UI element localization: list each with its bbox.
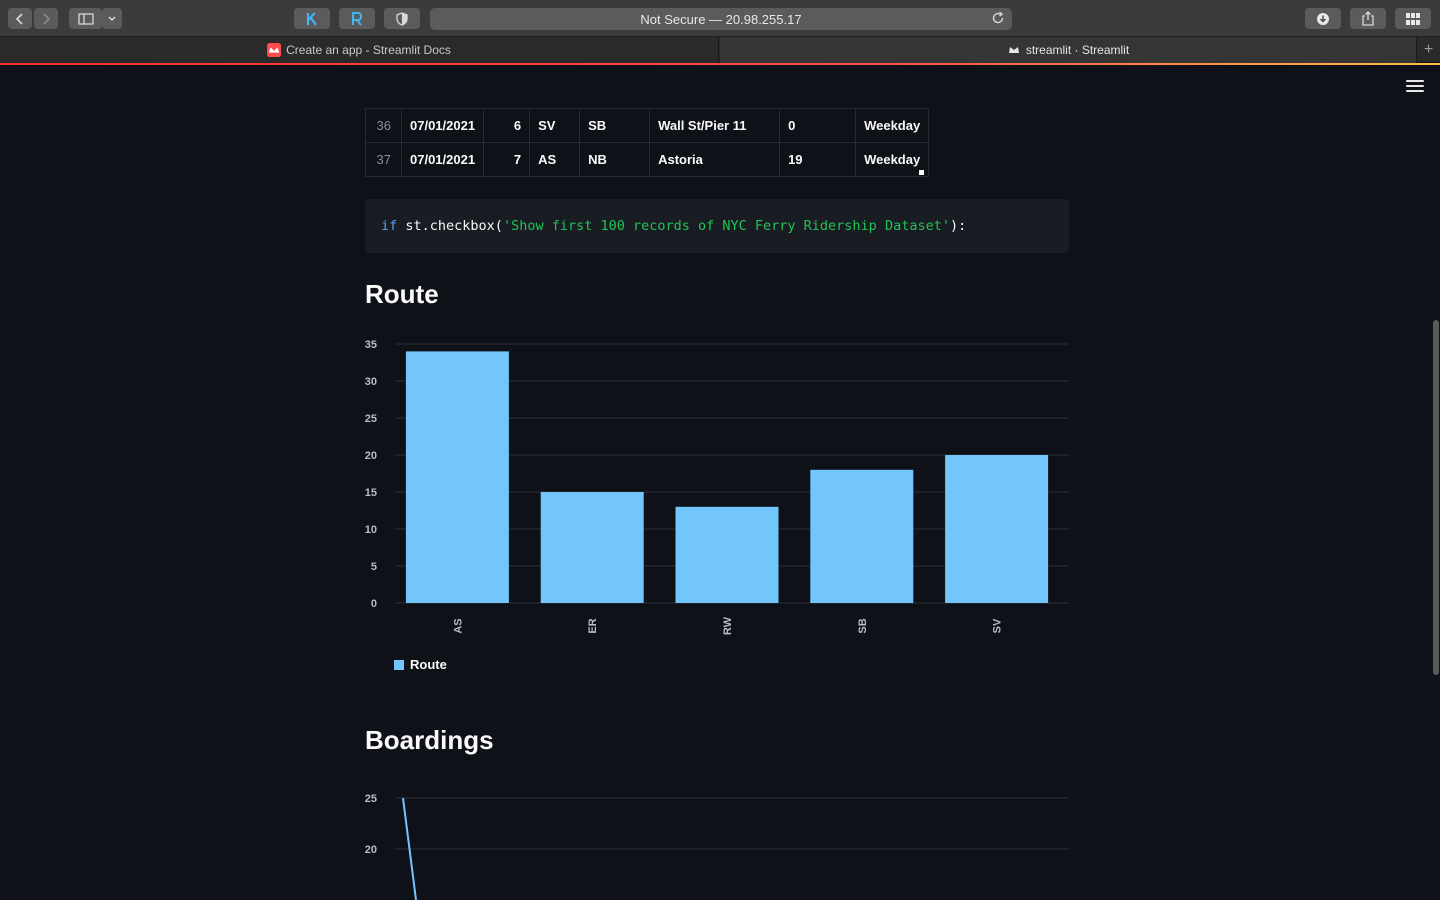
series-line bbox=[402, 797, 417, 900]
tab-title: Create an app - Streamlit Docs bbox=[286, 43, 451, 57]
extension-button-2[interactable] bbox=[339, 8, 375, 29]
bar bbox=[675, 506, 779, 603]
y-tick-label: 10 bbox=[365, 524, 377, 536]
plus-icon: + bbox=[1423, 41, 1434, 58]
bar bbox=[405, 351, 509, 603]
x-tick-label: ER bbox=[587, 618, 599, 633]
table-row: 37 07/01/2021 7 AS NB Astoria 19 Weekday bbox=[365, 142, 930, 177]
y-tick-label: 0 bbox=[371, 598, 377, 610]
cell-route: AS bbox=[529, 142, 581, 177]
legend-swatch bbox=[394, 659, 404, 670]
grid-icon bbox=[1406, 12, 1420, 25]
downloads-button[interactable] bbox=[1305, 8, 1341, 29]
y-tick-label: 15 bbox=[365, 487, 377, 499]
code-block: if st.checkbox('Show first 100 records o… bbox=[365, 199, 1069, 253]
chevron-left-icon bbox=[15, 12, 23, 25]
chevron-down-icon bbox=[108, 15, 116, 21]
forward-button[interactable] bbox=[34, 8, 58, 29]
cell-date: 07/01/2021 bbox=[400, 142, 485, 177]
y-tick-label: 20 bbox=[365, 450, 377, 462]
tab-streamlit-app[interactable]: streamlit · Streamlit bbox=[720, 37, 1416, 63]
x-tick-label: SV bbox=[992, 618, 1004, 633]
url-text: Not Secure — 20.98.255.17 bbox=[640, 11, 802, 27]
cell-boardings: 19 bbox=[779, 142, 857, 177]
dataframe-table[interactable]: 36 07/01/2021 6 SV SB Wall St/Pier 11 0 … bbox=[365, 108, 930, 177]
shield-icon bbox=[396, 11, 408, 26]
cell-stop: Astoria bbox=[649, 142, 781, 177]
streamlit-crown-icon bbox=[1007, 43, 1021, 57]
bar bbox=[945, 455, 1049, 603]
cell-direction: NB bbox=[579, 142, 651, 177]
y-tick-label: 25 bbox=[365, 793, 377, 805]
tab-title: streamlit · Streamlit bbox=[1025, 43, 1130, 57]
app-top-decoration bbox=[0, 63, 1440, 65]
hamburger-icon bbox=[1406, 80, 1424, 82]
x-tick-label: AS bbox=[452, 618, 464, 633]
legend-label: Route bbox=[410, 657, 447, 672]
extension-k-icon bbox=[306, 11, 317, 26]
chevron-right-icon bbox=[43, 12, 51, 25]
boardings-heading: Boardings bbox=[365, 725, 494, 755]
address-bar[interactable]: Not Secure — 20.98.255.17 bbox=[430, 8, 1012, 30]
route-heading: Route bbox=[365, 279, 439, 309]
code-keyword: if bbox=[381, 218, 398, 234]
row-index: 37 bbox=[365, 142, 402, 177]
route-legend: Route bbox=[394, 657, 447, 672]
x-tick-label: RW bbox=[722, 616, 734, 635]
share-icon bbox=[1362, 11, 1374, 26]
y-tick-label: 5 bbox=[371, 561, 377, 573]
page-scrollbar[interactable] bbox=[1433, 320, 1439, 675]
x-tick-label: SB bbox=[857, 618, 869, 633]
cell-boardings: 0 bbox=[779, 108, 857, 143]
y-tick-label: 20 bbox=[365, 844, 377, 856]
table-resize-handle[interactable] bbox=[919, 170, 924, 175]
y-tick-label: 35 bbox=[365, 339, 377, 351]
sidebar-toggle-button[interactable] bbox=[69, 8, 102, 29]
share-button[interactable] bbox=[1350, 8, 1386, 29]
cell-route: SV bbox=[529, 108, 581, 143]
cell-stop: Wall St/Pier 11 bbox=[649, 108, 781, 143]
tab-streamlit-docs[interactable]: Create an app - Streamlit Docs bbox=[0, 37, 719, 63]
table-row: 36 07/01/2021 6 SV SB Wall St/Pier 11 0 … bbox=[365, 108, 930, 143]
download-icon bbox=[1317, 12, 1329, 25]
extension-button-1[interactable] bbox=[294, 8, 330, 29]
streamlit-favicon-icon bbox=[267, 43, 282, 57]
bar bbox=[540, 492, 644, 603]
tab-bar: Create an app - Streamlit Docs streamlit… bbox=[0, 37, 1440, 63]
code-call: st.checkbox( bbox=[397, 218, 503, 234]
tab-overview-button[interactable] bbox=[1395, 8, 1431, 29]
cell-hour: 7 bbox=[483, 142, 531, 177]
cell-date: 07/01/2021 bbox=[400, 108, 485, 143]
y-tick-label: 25 bbox=[365, 413, 377, 425]
cell-daytype: Weekday bbox=[855, 108, 930, 143]
extension-r-icon bbox=[352, 11, 363, 26]
code-tail: ): bbox=[949, 218, 967, 234]
sidebar-icon bbox=[77, 12, 94, 25]
cell-hour: 6 bbox=[483, 108, 531, 143]
browser-toolbar: Not Secure — 20.98.255.17 bbox=[0, 0, 1440, 37]
privacy-button[interactable] bbox=[384, 8, 420, 29]
reload-icon[interactable] bbox=[991, 11, 1005, 28]
bar bbox=[810, 469, 914, 603]
sidebar-menu-button[interactable] bbox=[102, 8, 122, 29]
cell-daytype: Weekday bbox=[855, 142, 930, 177]
cell-direction: SB bbox=[579, 108, 651, 143]
new-tab-button[interactable]: + bbox=[1416, 37, 1440, 63]
back-button[interactable] bbox=[8, 8, 32, 29]
code-string: 'Show first 100 records of NYC Ferry Rid… bbox=[502, 218, 950, 234]
main-menu-button[interactable] bbox=[1406, 80, 1424, 96]
row-index: 36 bbox=[365, 108, 402, 143]
y-tick-label: 30 bbox=[365, 376, 377, 388]
